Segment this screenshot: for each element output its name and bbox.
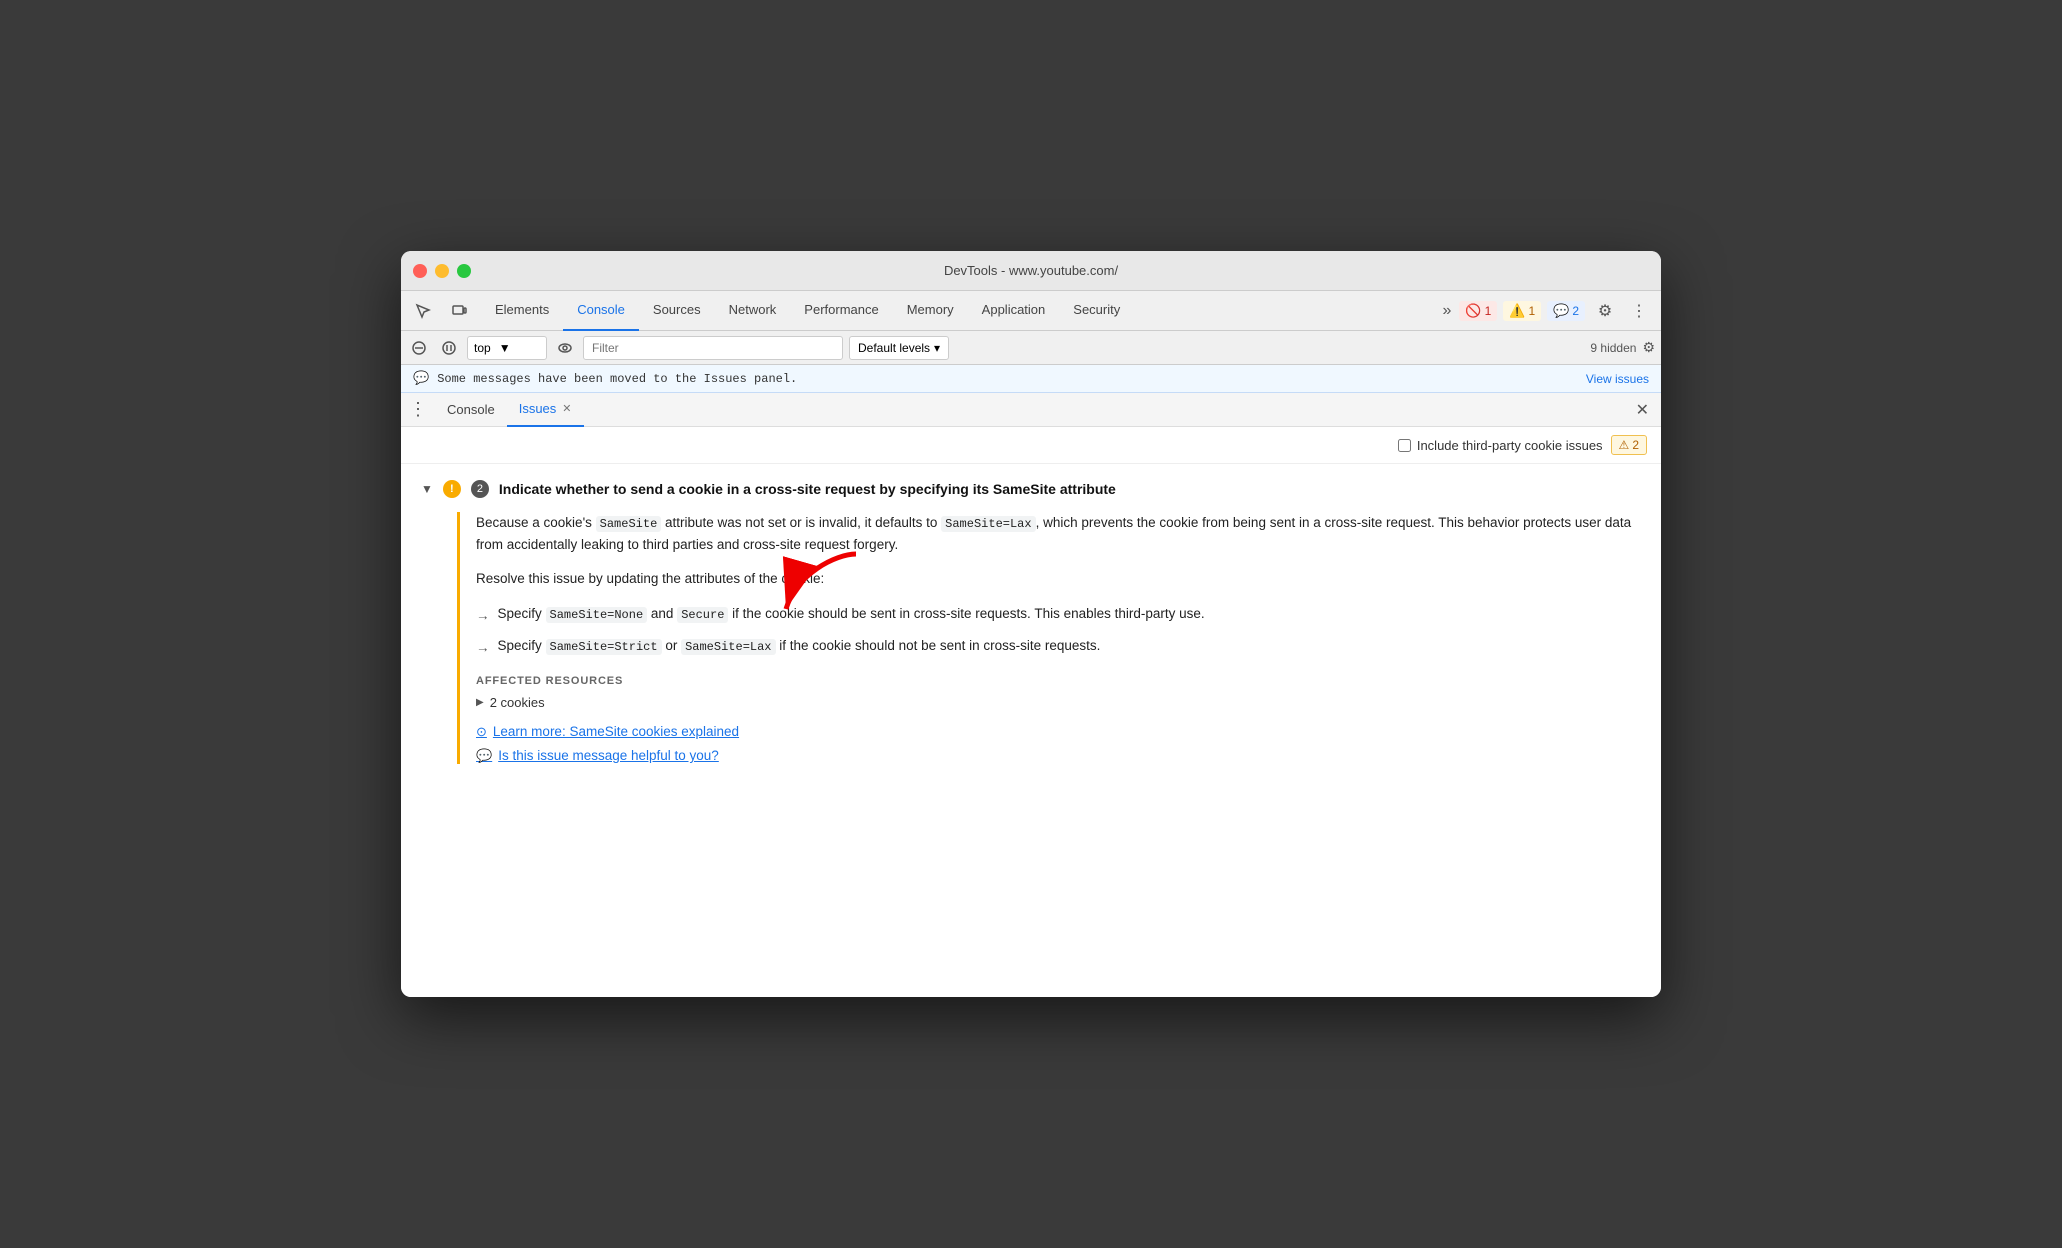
close-panel-icon[interactable]: ✕: [1632, 396, 1653, 424]
issue-warn-icon: !: [443, 480, 461, 498]
tab-network[interactable]: Network: [715, 291, 791, 331]
tab-issues-panel[interactable]: Issues ✕: [507, 393, 584, 427]
code-none: SameSite=None: [546, 607, 648, 623]
tab-application[interactable]: Application: [968, 291, 1060, 331]
issues-warn-count-text: 2: [1632, 438, 1639, 452]
devtools-window: DevTools - www.youtube.com/ Elements Con: [401, 251, 1661, 997]
issue-toggle-icon[interactable]: ▼: [421, 482, 433, 496]
warn-icon: ⚠️: [1509, 303, 1525, 319]
panel-tabs: ⋮ Console Issues ✕ ✕: [401, 393, 1661, 427]
third-party-checkbox[interactable]: [1398, 439, 1411, 452]
warn-count: 1: [1528, 304, 1535, 318]
settings-icon[interactable]: ⚙: [1591, 297, 1619, 325]
main-area: Include third-party cookie issues ⚠ 2 ▼ …: [401, 427, 1661, 997]
bullet-item-1: → Specify SameSite=None and Secure if th…: [476, 603, 1641, 627]
error-icon: 🚫: [1465, 303, 1481, 319]
hidden-count-area: 9 hidden ⚙: [1590, 339, 1655, 356]
affected-title: AFFECTED RESOURCES: [476, 675, 1641, 687]
inspect-icon[interactable]: [409, 297, 437, 325]
maximize-button[interactable]: [457, 264, 471, 278]
tab-sources[interactable]: Sources: [639, 291, 715, 331]
warn-badge[interactable]: ⚠️ 1: [1503, 301, 1541, 321]
banner-text: Some messages have been moved to the Iss…: [437, 372, 797, 386]
code-lax: SameSite=Lax: [681, 639, 775, 655]
banner-icon: 💬: [413, 371, 429, 386]
more-tabs-button[interactable]: »: [1434, 302, 1459, 320]
titlebar: DevTools - www.youtube.com/: [401, 251, 1661, 291]
third-party-checkbox-label[interactable]: Include third-party cookie issues: [1398, 438, 1603, 453]
close-button[interactable]: [413, 264, 427, 278]
context-dropdown-icon: ▼: [499, 341, 511, 355]
issue-header: ▼ ! 2 Indicate whether to send a cookie …: [421, 480, 1641, 498]
devtools-nav: Elements Console Sources Network Perform…: [401, 291, 1661, 331]
code-samesite: SameSite: [596, 516, 662, 532]
levels-label: Default levels: [858, 341, 930, 355]
context-selector[interactable]: top ▼: [467, 336, 547, 360]
stop-log-icon[interactable]: [437, 336, 461, 360]
error-badge[interactable]: 🚫 1: [1459, 301, 1497, 321]
feedback-icon: 💬: [476, 748, 492, 764]
hidden-count-text: 9 hidden: [1590, 341, 1636, 355]
tab-elements[interactable]: Elements: [481, 291, 563, 331]
nav-icons: [409, 297, 473, 325]
window-controls: [413, 264, 471, 278]
issues-warn-icon: ⚠: [1619, 438, 1630, 452]
levels-dropdown-icon: ▾: [934, 341, 940, 355]
code-secure: Secure: [677, 607, 728, 623]
code-samesite-lax: SameSite=Lax: [941, 516, 1035, 532]
caret-icon: ▶: [476, 697, 484, 708]
affected-item-text: 2 cookies: [490, 695, 545, 710]
filter-bar: Include third-party cookie issues ⚠ 2: [401, 427, 1661, 464]
bullet-arrow-2: →: [476, 637, 490, 659]
bullet-2-text: Specify SameSite=Strict or SameSite=Lax …: [498, 635, 1101, 657]
context-label: top: [474, 341, 491, 355]
tab-memory[interactable]: Memory: [893, 291, 968, 331]
panel-tab-menu-icon[interactable]: ⋮: [409, 399, 427, 420]
more-options-icon[interactable]: ⋮: [1625, 297, 1653, 325]
feedback-link[interactable]: 💬 Is this issue message helpful to you?: [476, 748, 1641, 764]
eye-icon[interactable]: [553, 336, 577, 360]
hidden-settings-icon[interactable]: ⚙: [1642, 339, 1655, 356]
issue-count-badge: 2: [471, 480, 489, 498]
tab-console-panel[interactable]: Console: [435, 393, 507, 427]
clear-console-icon[interactable]: [407, 336, 431, 360]
issue-title: Indicate whether to send a cookie in a c…: [499, 481, 1116, 497]
code-strict: SameSite=Strict: [546, 639, 662, 655]
affected-item[interactable]: ▶ 2 cookies: [476, 695, 1641, 710]
affected-resources: AFFECTED RESOURCES ▶ 2 cookies: [476, 675, 1641, 710]
issue-body: Because a cookie's SameSite attribute wa…: [457, 512, 1641, 764]
tab-console[interactable]: Console: [563, 291, 639, 331]
info-banner: 💬 Some messages have been moved to the I…: [401, 365, 1661, 393]
issue-resolve-text: Resolve this issue by updating the attri…: [476, 568, 1641, 590]
learn-more-link[interactable]: ⊙ Learn more: SameSite cookies explained: [476, 724, 1641, 740]
bullet-item-2: → Specify SameSite=Strict or SameSite=La…: [476, 635, 1641, 659]
device-toolbar-icon[interactable]: [445, 297, 473, 325]
nav-right: 🚫 1 ⚠️ 1 💬 2 ⚙ ⋮: [1459, 297, 1653, 325]
links-section: ⊙ Learn more: SameSite cookies explained…: [476, 724, 1641, 764]
learn-more-icon: ⊙: [476, 724, 487, 740]
close-issues-tab-icon[interactable]: ✕: [562, 402, 571, 415]
issue-bullets: → Specify SameSite=None and Secure if th…: [476, 603, 1641, 658]
bullet-1-text: Specify SameSite=None and Secure if the …: [498, 603, 1205, 625]
console-toolbar: top ▼ Default levels ▾ 9 hidden ⚙: [401, 331, 1661, 365]
tab-security[interactable]: Security: [1059, 291, 1134, 331]
info-icon: 💬: [1553, 303, 1569, 319]
levels-dropdown[interactable]: Default levels ▾: [849, 336, 949, 360]
issue-content: ▼ ! 2 Indicate whether to send a cookie …: [401, 464, 1661, 997]
info-badge[interactable]: 💬 2: [1547, 301, 1585, 321]
tab-performance[interactable]: Performance: [790, 291, 892, 331]
nav-tabs: Elements Console Sources Network Perform…: [481, 291, 1434, 331]
view-issues-link[interactable]: View issues: [1586, 372, 1649, 386]
issues-warn-count: ⚠ 2: [1611, 435, 1647, 455]
bullet-arrow-1: →: [476, 605, 490, 627]
banner-left: 💬 Some messages have been moved to the I…: [413, 371, 797, 386]
minimize-button[interactable]: [435, 264, 449, 278]
issue-para1: Because a cookie's SameSite attribute wa…: [476, 512, 1641, 556]
issue-block: ▼ ! 2 Indicate whether to send a cookie …: [401, 464, 1661, 784]
window-title: DevTools - www.youtube.com/: [944, 263, 1118, 278]
info-count: 2: [1572, 304, 1579, 318]
error-count: 1: [1485, 304, 1492, 318]
filter-input[interactable]: [583, 336, 843, 360]
